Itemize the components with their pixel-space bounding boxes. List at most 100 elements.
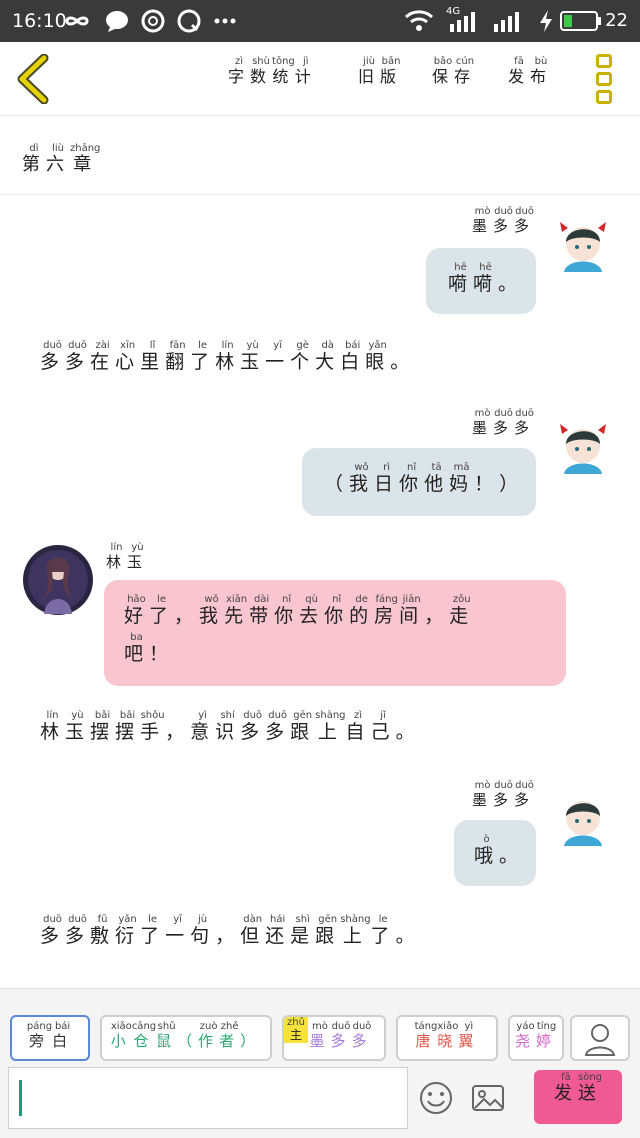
ruby-char: 多duō [514,206,536,235]
ruby-char: 衍yǎn [115,914,141,947]
ruby-char: 先xiān [224,594,250,627]
narration-2[interactable]: 林lín玉yù摆bǎi摆bǎi手shǒu，意yì识shí多duō多duō跟gēn… [40,710,421,744]
message-bubble[interactable]: （我wǒ日rì你nǐ他tā妈mā！） [302,448,536,516]
publish-button[interactable]: 发fā布bù [508,56,552,102]
back-arrow-icon[interactable] [12,54,56,104]
input-bar: 发fā送sòng [0,1066,640,1138]
ruby-char: 玉yù [127,542,149,571]
message-input[interactable] [8,1067,408,1129]
ruby-char: 多duō [351,1021,373,1050]
ruby-char: 去qù [299,594,325,627]
ruby-char: 跟gēn [290,710,316,743]
ruby-char: ， [174,605,200,627]
ruby-char: 六liù [46,143,70,175]
ruby-char: 仓cāng [131,1021,157,1050]
image-icon[interactable] [470,1080,506,1116]
ruby-char: 章zhāng [70,143,101,175]
ruby-char: 白bái [52,1021,74,1050]
word-count-button[interactable]: 字zì数shù统tǒng计jì [228,56,317,102]
ruby-char: ） [499,473,525,495]
save-button[interactable]: 保bǎo存cún [432,56,476,102]
ruby-char: 布bù [530,56,553,86]
avatar-linyu[interactable] [22,544,94,616]
ruby-char: ， [215,925,241,947]
ruby-char: 是shì [290,914,316,947]
ruby-char: 多duō [493,780,515,809]
signal-icon-2 [494,12,519,32]
qq-icon [177,9,201,33]
ruby-char: 。 [395,721,421,743]
ruby-char: 作zuò [198,1021,220,1050]
ruby-char: 多duō [330,1021,352,1050]
narration-3[interactable]: 多duō多duō敷fū衍yǎn了le一yī句jù，但dàn还hái是shì跟gē… [40,914,421,948]
ruby-char: 上shàng [340,914,371,947]
user-icon[interactable] [570,1015,630,1061]
ruby-char: 鼠shǔ [156,1021,178,1050]
ruby-char: ！ [149,643,175,665]
ruby-char: 存cún [454,56,477,86]
message-text: 嗬hē嗬hē。 [448,262,523,296]
chat-icon [106,11,128,32]
story-content: 墨mò多duō多duō 嗬hē嗬hē。 多duō多duō在zài心xīn里lǐ翻… [0,196,640,986]
avatar-moduoduo[interactable] [554,786,612,852]
message-text: 哦ò。 [474,834,524,868]
ruby-char: 多duō [514,408,536,437]
character-chip-author[interactable]: 小xiǎo仓cāng鼠shǔ（作zuò者zhě） [100,1015,272,1061]
speaker-name: 墨mò多duō多duō [472,780,535,810]
ruby-char: 墨mò [472,206,494,235]
ruby-char: 。 [390,351,416,373]
ruby-char: 手shǒu [140,710,166,743]
ruby-char: 墨mò [472,780,494,809]
ruby-char: 走zǒu [449,594,475,627]
avatar-moduoduo[interactable] [554,414,612,480]
emoji-icon[interactable] [418,1080,454,1116]
ruby-char: 一yī [165,914,191,947]
ruby-char: 版bǎn [380,56,403,86]
character-chip-moduoduo[interactable]: 主zhǔ 墨mò多duō多duō [282,1015,386,1061]
ruby-char: 间jiān [399,594,425,627]
battery-icon [560,11,601,31]
ruby-char: 他tā [424,462,450,495]
ruby-char: 里lǐ [140,340,166,373]
send-button[interactable]: 发fā送sòng [534,1070,622,1124]
ruby-char: 我wǒ [349,462,375,495]
message-bubble[interactable]: 好hǎo了le，我wǒ先xiān带dài你nǐ去qù你nǐ的de房fáng间ji… [104,580,566,686]
ruby-char: 玉yù [240,340,266,373]
ruby-char: 多duō [40,914,66,947]
ruby-char: （ [324,473,350,495]
speaker-name: 墨mò多duō多duō [472,206,535,236]
ruby-char: 林lín [106,542,128,571]
menu-icon[interactable] [590,52,620,106]
ruby-char: 个gè [290,340,316,373]
message-bubble[interactable]: 嗬hē嗬hē。 [426,248,536,314]
old-version-button[interactable]: 旧jiù版bǎn [358,56,402,102]
ruby-char: 多duō [514,780,536,809]
ruby-char: 发fā [553,1072,578,1104]
ruby-char: 句jù [190,914,216,947]
status-bar: 16:10 4G 22 [0,0,640,42]
ruby-char: 心xīn [115,340,141,373]
character-chip-yaoting[interactable]: 尧yáo婷tíng [508,1015,564,1061]
ruby-char: 数shù [250,56,273,86]
narration-1[interactable]: 多duō多duō在zài心xīn里lǐ翻fān了le林lín玉yù一yī个gè大… [40,340,415,374]
message-bubble[interactable]: 哦ò。 [454,820,536,886]
ruby-char: 送sòng [577,1072,602,1104]
ruby-char: 你nǐ [274,594,300,627]
ruby-char: 眼yǎn [365,340,391,373]
ruby-char: 林lín [40,710,66,743]
ruby-char: 墨mò [472,408,494,437]
ruby-char: 了le [190,340,216,373]
chapter-title[interactable]: 第dì六liù章zhāng [22,143,100,176]
avatar-moduoduo[interactable] [554,212,612,278]
ruby-char: 自zì [345,710,371,743]
ruby-char: 者zhě [219,1021,241,1050]
character-chip-tangxiaoyi[interactable]: 唐táng晓xiǎo翼yì [396,1015,498,1061]
ruby-char: 多duō [65,914,91,947]
ruby-char: 了le [370,914,396,947]
ruby-char: 带dài [249,594,275,627]
weibo-icon [141,9,165,33]
ruby-char: 房fáng [374,594,400,627]
ruby-char: 保bǎo [432,56,455,86]
character-chip-narrator[interactable]: 旁páng白bái [10,1015,90,1061]
ruby-char: 跟gēn [315,914,341,947]
